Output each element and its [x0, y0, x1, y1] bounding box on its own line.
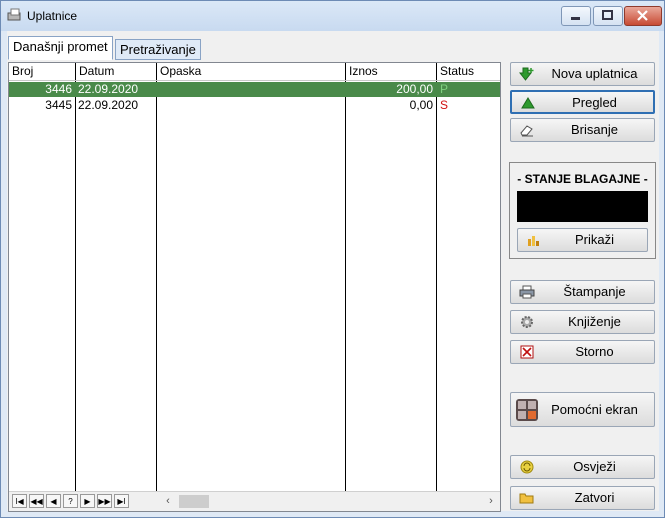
column-divider	[436, 63, 437, 491]
nova-uplatnica-label: Nova uplatnica	[551, 66, 638, 81]
zatvori-label: Zatvori	[574, 490, 615, 505]
nav-search-button[interactable]: ?	[63, 494, 78, 508]
payments-grid[interactable]: Broj Datum Opaska Iznos Status 3446 22.0…	[8, 62, 501, 512]
cell-iznos: 0,00	[409, 98, 433, 112]
brisanje-label: Brisanje	[571, 122, 618, 137]
stampanje-label: Štampanje	[563, 284, 626, 299]
scroll-right-icon[interactable]: ›	[484, 494, 498, 509]
pregled-label: Pregled	[572, 95, 617, 110]
table-row[interactable]: 3445 22.09.2020 0,00 S	[9, 98, 500, 113]
cell-datum: 22.09.2020	[78, 82, 139, 96]
column-divider	[345, 63, 346, 491]
maximize-icon	[602, 10, 613, 20]
nav-last-button[interactable]: ▶I	[114, 494, 129, 508]
pregled-button[interactable]: Pregled	[510, 90, 655, 114]
tab-pretrazivanje[interactable]: Pretraživanje	[115, 39, 201, 60]
stanje-blagajne-title: - STANJE BLAGAJNE -	[517, 172, 648, 186]
cell-opaska	[157, 98, 345, 113]
pomocni-ekran-button[interactable]: Pomoćni ekran	[510, 392, 655, 427]
cell-iznos: 200,00	[396, 82, 433, 96]
cell-opaska	[157, 82, 345, 97]
stanje-blagajne-display	[517, 191, 648, 222]
knjizenje-button[interactable]: Knjiženje	[510, 310, 655, 334]
minimize-button[interactable]	[561, 6, 591, 26]
cell-status: P	[440, 82, 449, 96]
refresh-icon	[520, 460, 534, 474]
close-window-button[interactable]	[624, 6, 662, 26]
cell-broj: 3446	[45, 82, 72, 96]
column-header-opaska[interactable]: Opaska	[157, 63, 345, 80]
add-down-arrow-icon	[519, 67, 534, 81]
bar-chart-icon	[528, 236, 539, 246]
prikazi-button[interactable]: Prikaži	[517, 228, 648, 252]
zatvori-button[interactable]: Zatvori	[510, 486, 655, 510]
cell-status: S	[440, 98, 449, 112]
minimize-icon	[571, 17, 580, 20]
app-window: Uplatnice Današnji promet Pretraživanje …	[0, 0, 665, 518]
table-row[interactable]: 3446 22.09.2020 200,00 P	[9, 82, 500, 97]
nav-prev-page-button[interactable]: ◀◀	[29, 494, 44, 508]
cancel-x-icon	[520, 345, 534, 359]
tab-danasnji-promet[interactable]: Današnji promet	[8, 36, 113, 60]
scroll-left-icon[interactable]: ‹	[161, 494, 175, 509]
nova-uplatnica-button[interactable]: Nova uplatnica	[510, 62, 655, 86]
header-divider	[9, 80, 500, 81]
horizontal-scrollbar[interactable]: ‹ ›	[161, 494, 498, 509]
nav-first-button[interactable]: I◀	[12, 494, 27, 508]
storno-button[interactable]: Storno	[510, 340, 655, 364]
triangle-icon	[521, 97, 535, 109]
column-header-status[interactable]: Status	[437, 63, 497, 80]
pomocni-ekran-label: Pomoćni ekran	[551, 402, 638, 417]
column-header-iznos[interactable]: Iznos	[346, 63, 436, 80]
scroll-thumb[interactable]	[179, 495, 209, 508]
column-divider	[75, 63, 76, 491]
client-area: Današnji promet Pretraživanje Broj Datum…	[7, 31, 659, 512]
brisanje-button[interactable]: Brisanje	[510, 118, 655, 142]
column-header-datum[interactable]: Datum	[76, 63, 156, 80]
stanje-blagajne-panel: - STANJE BLAGAJNE - Prikaži	[509, 162, 656, 259]
knjizenje-label: Knjiženje	[568, 314, 621, 329]
nav-next-button[interactable]: ▶	[80, 494, 95, 508]
nav-prev-button[interactable]: ◀	[46, 494, 61, 508]
column-divider	[156, 63, 157, 491]
osvjezi-label: Osvježi	[573, 459, 616, 474]
storno-label: Storno	[575, 344, 614, 359]
maximize-button[interactable]	[593, 6, 623, 26]
window-title: Uplatnice	[27, 9, 78, 23]
eraser-icon	[520, 125, 533, 137]
cell-broj: 3445	[45, 98, 72, 112]
folder-icon	[519, 493, 534, 504]
gear-icon	[521, 316, 533, 328]
nav-next-page-button[interactable]: ▶▶	[97, 494, 112, 508]
printer-icon	[519, 285, 535, 299]
app-icon	[7, 8, 21, 21]
prikazi-label: Prikaži	[574, 232, 614, 247]
column-header-broj[interactable]: Broj	[9, 63, 75, 80]
cell-datum: 22.09.2020	[78, 98, 139, 112]
close-icon	[637, 10, 648, 21]
grid-navigator: I◀ ◀◀ ◀ ? ▶ ▶▶ ▶I ‹ ›	[9, 491, 500, 511]
stampanje-button[interactable]: Štampanje	[510, 280, 655, 304]
osvjezi-button[interactable]: Osvježi	[510, 455, 655, 479]
title-bar[interactable]: Uplatnice	[1, 1, 664, 31]
